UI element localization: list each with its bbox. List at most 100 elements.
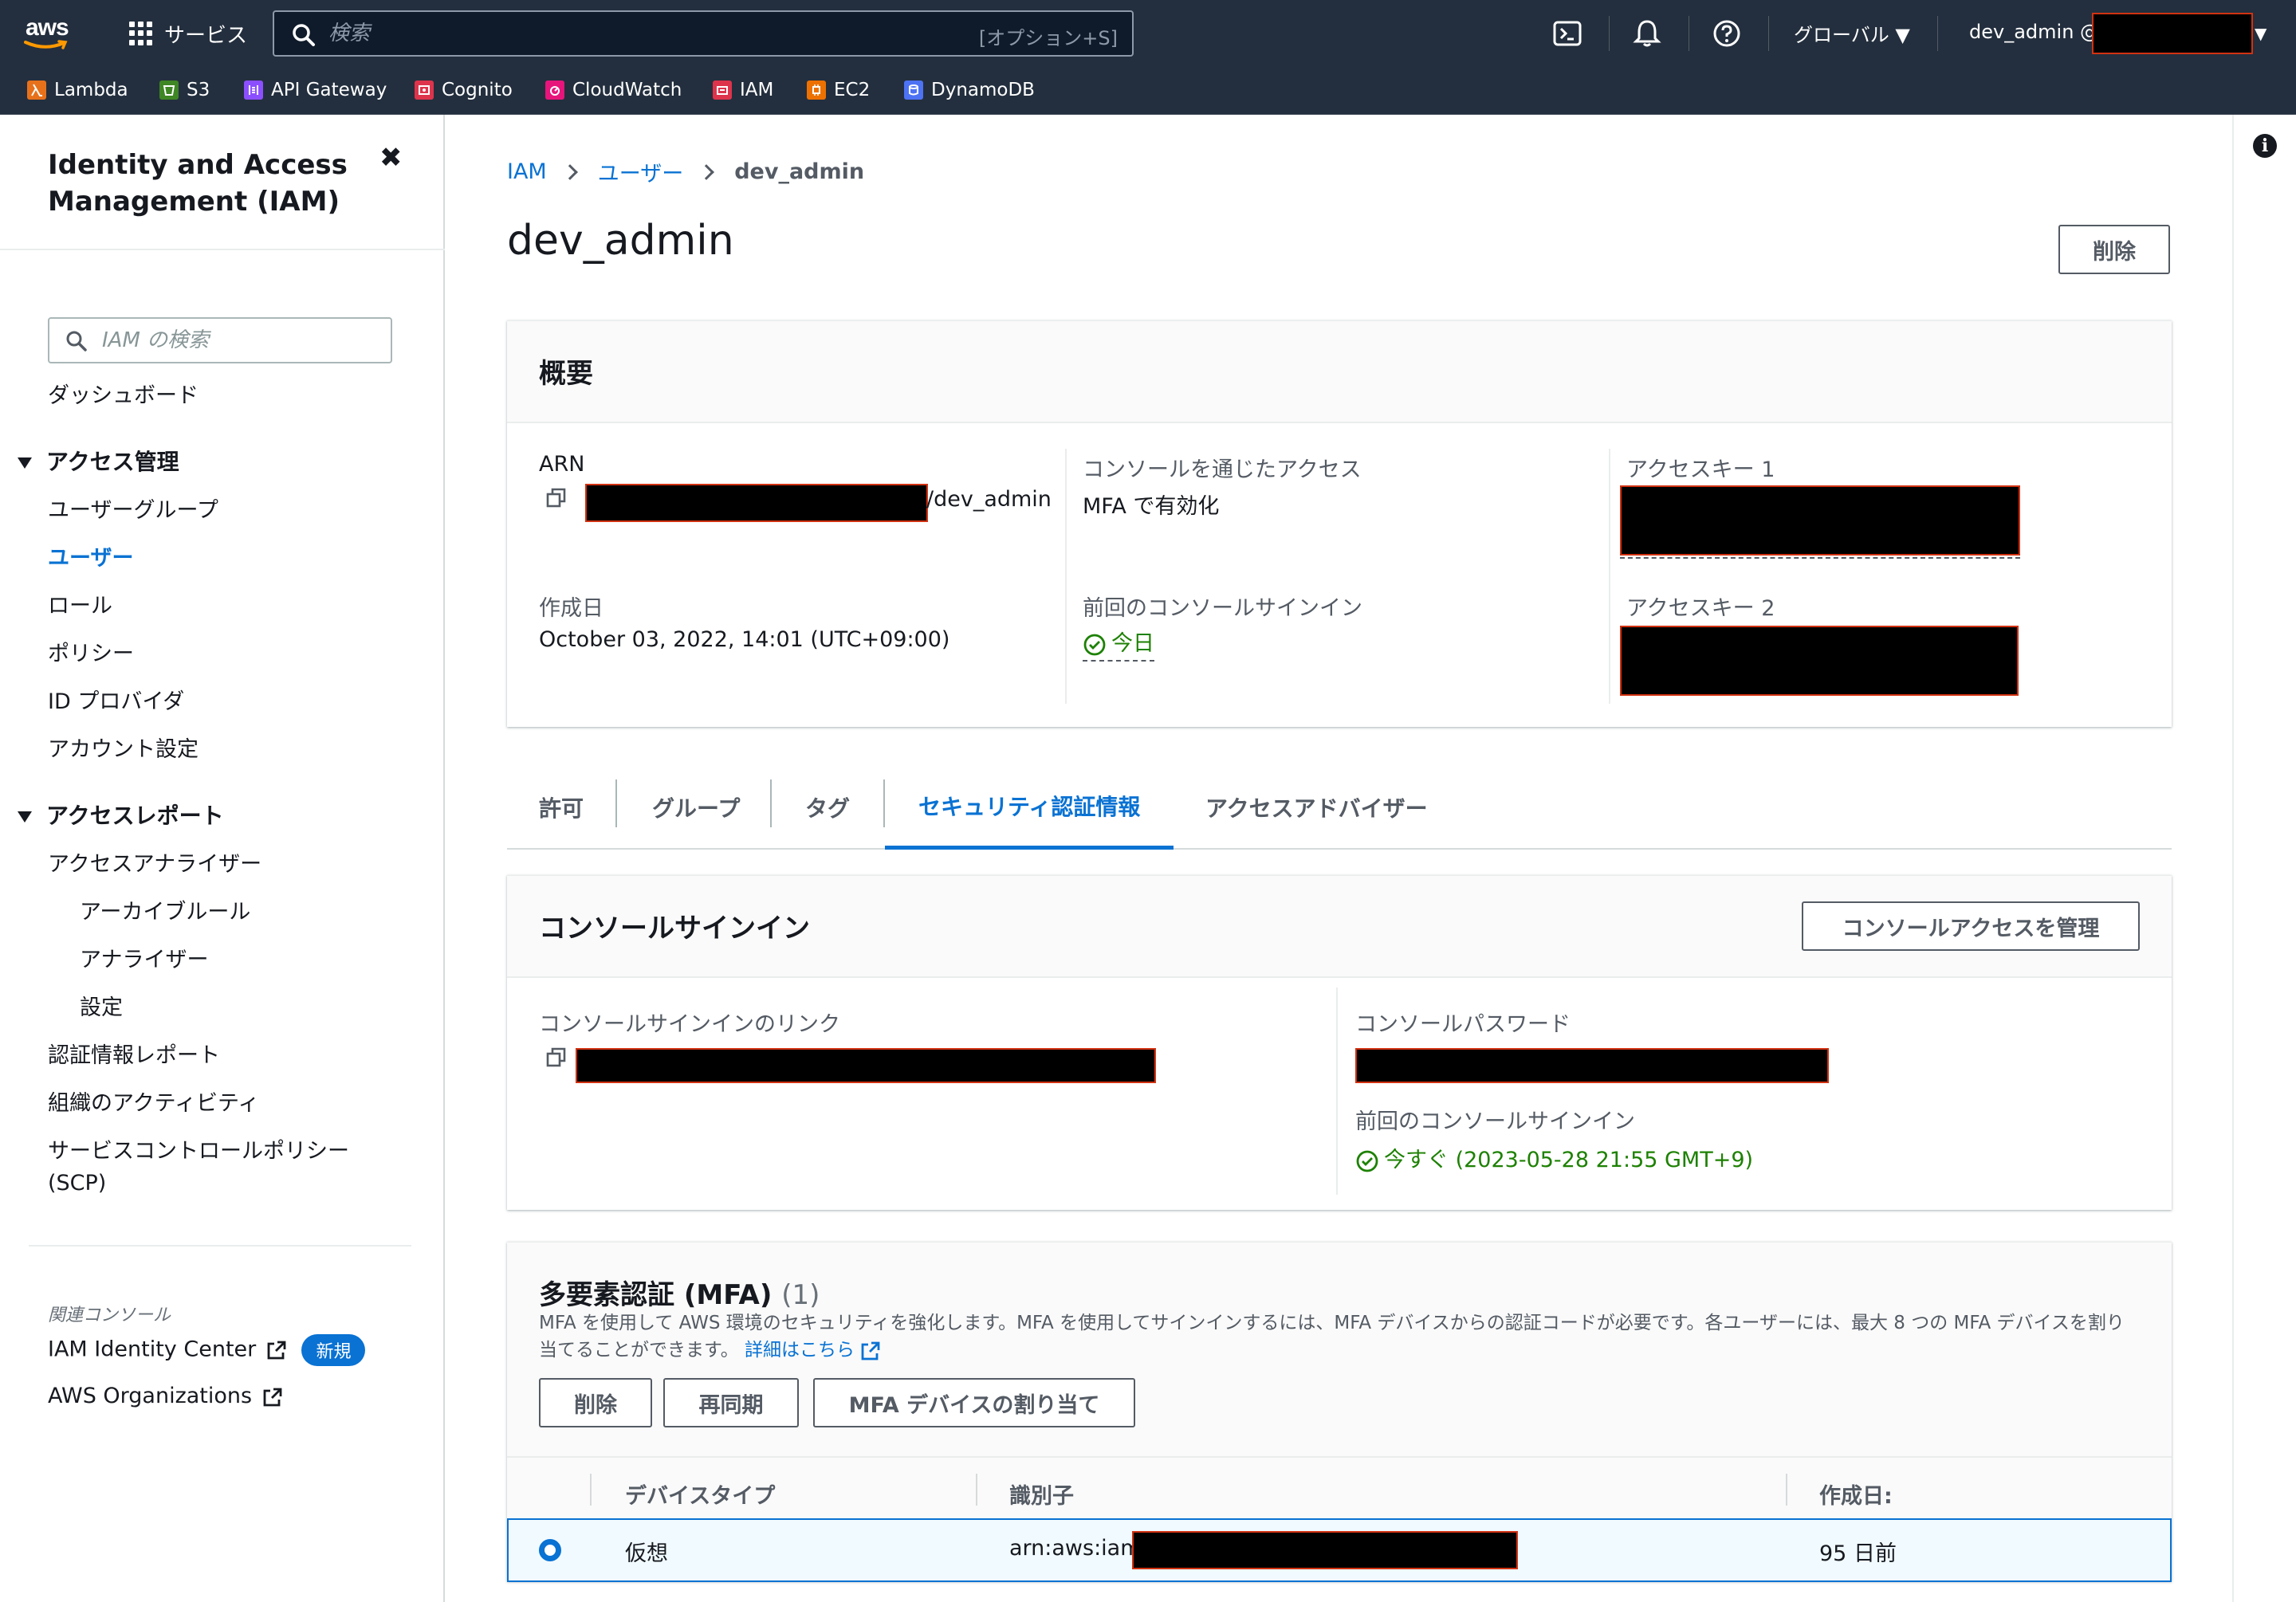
copy-icon[interactable] — [545, 487, 568, 509]
last-signin-value[interactable]: 今日 — [1083, 626, 1154, 662]
sidebar-item-access-analyzer[interactable]: アクセスアナライザー — [48, 846, 261, 878]
sidebar-item-dashboard[interactable]: ダッシュボード — [48, 378, 199, 409]
service-title[interactable]: Identity and Access Management (IAM) — [48, 147, 348, 220]
sidebar-item-analyzers[interactable]: アナライザー — [80, 942, 208, 973]
breadcrumb-users[interactable]: ユーザー — [598, 156, 683, 187]
related-link-label: AWS Organizations — [48, 1384, 253, 1408]
bookmark-label: DynamoDB — [931, 80, 1035, 100]
tools-panel-divider — [2232, 115, 2234, 1602]
region-selector[interactable]: グローバル ▼ — [1794, 19, 1910, 47]
sidebar-item-roles[interactable]: ロール — [48, 588, 112, 619]
external-link-icon — [861, 1341, 880, 1360]
sidebar-item-identity-providers[interactable]: ID プロバイダ — [48, 684, 184, 715]
mfa-resync-button[interactable]: 再同期 — [663, 1378, 799, 1427]
mfa-header: 多要素認証 (MFA) (1) MFA を使用して AWS 環境のセキュリティを… — [507, 1243, 2172, 1456]
column-divider — [976, 1474, 977, 1506]
delete-user-button[interactable]: 削除 — [2058, 225, 2170, 274]
caret-down-icon[interactable]: ▼ — [2255, 24, 2267, 43]
bookmark-cloudwatch[interactable]: CloudWatch — [545, 77, 682, 104]
column-divider — [1786, 1474, 1787, 1506]
related-link-organizations[interactable]: AWS Organizations — [48, 1384, 283, 1408]
account-menu[interactable]: dev_admin @ — [1969, 21, 2099, 43]
bookmark-cognito[interactable]: Cognito — [415, 77, 513, 104]
cell-device-type: 仮想 — [625, 1541, 668, 1566]
mfa-heading-text: 多要素認証 (MFA) — [539, 1279, 773, 1311]
breadcrumb-iam[interactable]: IAM — [507, 159, 547, 184]
bookmark-s3[interactable]: S3 — [159, 77, 210, 104]
console-last-signin-label: 前回のコンソールサインイン — [1355, 1109, 1635, 1134]
sidebar-item-archive-rules[interactable]: アーカイブルール — [80, 894, 250, 925]
summary-heading: 概要 — [539, 358, 593, 390]
related-link-identity-center[interactable]: IAM Identity Center 新規 — [48, 1334, 366, 1366]
manage-console-access-button[interactable]: コンソールアクセスを管理 — [1802, 901, 2140, 951]
console-access-label: コンソールを通じたアクセス — [1083, 457, 1362, 482]
mfa-delete-button[interactable]: 削除 — [539, 1378, 652, 1427]
column-divider — [1065, 449, 1067, 704]
sidebar-section-access-management[interactable]: アクセス管理 — [18, 445, 179, 477]
apps-grid-icon — [129, 22, 153, 45]
mfa-learn-more-link[interactable]: 詳細はこちら — [745, 1340, 881, 1361]
bookmark-api-gateway[interactable]: API Gateway — [244, 77, 387, 104]
redacted-mfa-identifier — [1132, 1531, 1518, 1569]
tab-security-credentials[interactable]: セキュリティ認証情報 — [885, 765, 1174, 850]
bookmark-ec2[interactable]: EC2 — [807, 77, 870, 104]
cloudshell-icon[interactable] — [1551, 18, 1583, 49]
external-link-icon — [267, 1341, 286, 1360]
tab-access-advisor[interactable]: アクセスアドバイザー — [1205, 765, 1428, 850]
sidebar-item-users[interactable]: ユーザー — [48, 540, 133, 571]
bookmark-label: EC2 — [834, 80, 871, 100]
top-navigation: aws サービス [オプション+S] グローバル ▼ dev_a — [0, 0, 2296, 67]
mfa-count: (1) — [781, 1279, 820, 1311]
close-icon[interactable]: ✖ — [379, 142, 403, 174]
redacted-signin-link — [576, 1048, 1156, 1083]
bookmark-lambda[interactable]: Lambda — [27, 77, 128, 104]
mfa-panel: 多要素認証 (MFA) (1) MFA を使用して AWS 環境のセキュリティを… — [507, 1242, 2172, 1582]
sidebar-item-credential-report[interactable]: 認証情報レポート — [48, 1038, 220, 1069]
tab-groups[interactable]: グループ — [652, 765, 740, 850]
bookmark-iam[interactable]: IAM — [713, 77, 773, 104]
global-search-input[interactable] — [328, 18, 887, 49]
new-badge: 新規 — [301, 1334, 366, 1366]
copy-icon[interactable] — [545, 1046, 568, 1069]
sidebar-item-account-settings[interactable]: アカウント設定 — [48, 732, 199, 763]
sidebar-item-policies[interactable]: ポリシー — [48, 636, 134, 667]
console-last-signin-text: 今すぐ (2023-05-28 21:55 GMT+9) — [1384, 1148, 1754, 1172]
column-device-type[interactable]: デバイスタイプ — [625, 1478, 775, 1510]
tab-permissions[interactable]: 許可 — [539, 765, 584, 850]
column-divider — [1336, 988, 1338, 1195]
divider — [0, 249, 445, 250]
sidebar-item-scp[interactable]: サービスコントロールポリシー (SCP) — [48, 1133, 349, 1196]
section-label: アクセス管理 — [46, 449, 179, 475]
column-created[interactable]: 作成日: — [1819, 1478, 1893, 1510]
notifications-bell-icon[interactable] — [1631, 18, 1663, 49]
bookmark-dynamodb[interactable]: DynamoDB — [904, 77, 1035, 104]
assign-mfa-device-button[interactable]: MFA デバイスの割り当て — [813, 1378, 1135, 1427]
column-identifier[interactable]: 識別子 — [1009, 1478, 1074, 1510]
tab-tags[interactable]: タグ — [805, 765, 850, 850]
success-check-icon — [1083, 634, 1106, 655]
created-date-label: 作成日 — [539, 596, 603, 621]
sidebar-search-input[interactable] — [102, 325, 373, 355]
sidebar-item-user-groups[interactable]: ユーザーグループ — [48, 493, 218, 524]
global-search-box[interactable]: [オプション+S] — [273, 10, 1134, 57]
page-title: dev_admin — [507, 217, 734, 265]
services-menu-button[interactable]: サービス — [129, 18, 247, 49]
sidebar-section-access-reports[interactable]: アクセスレポート — [18, 799, 224, 830]
table-row[interactable]: 仮想 arn:aws:iam 95 日前 — [507, 1518, 2172, 1582]
success-check-icon — [1356, 1150, 1378, 1172]
sidebar-item-analyzer-settings[interactable]: 設定 — [80, 990, 123, 1021]
column-divider — [590, 1474, 592, 1506]
dynamodb-icon — [904, 80, 923, 100]
row-select-radio[interactable] — [539, 1539, 561, 1561]
help-icon[interactable] — [1711, 18, 1743, 49]
access-key-2-label: アクセスキー 2 — [1626, 596, 1775, 621]
bookmark-label: IAM — [740, 80, 774, 100]
breadcrumb: IAM ユーザー dev_admin — [507, 156, 864, 187]
info-icon[interactable]: i — [2253, 134, 2277, 158]
sidebar-item-organization-activity[interactable]: 組織のアクティビティ — [48, 1086, 259, 1117]
caret-down-icon — [18, 811, 32, 823]
console-access-value: MFA で有効化 — [1083, 494, 1220, 519]
sidebar-search-box[interactable] — [48, 317, 392, 363]
aws-logo[interactable]: aws — [24, 14, 80, 53]
cloudwatch-icon — [545, 80, 564, 100]
